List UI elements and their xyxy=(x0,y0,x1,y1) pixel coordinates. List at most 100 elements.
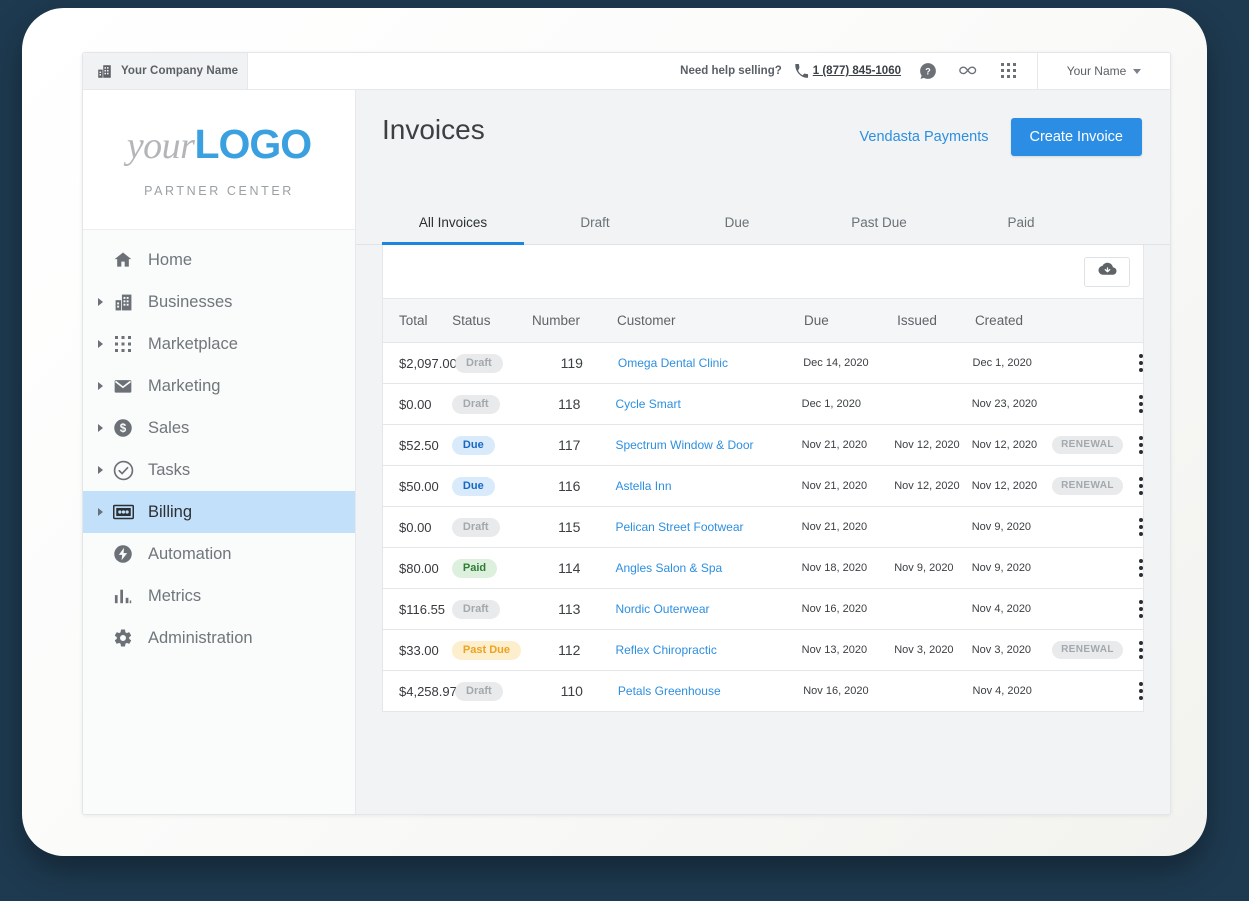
sidebar-item-billing[interactable]: Billing xyxy=(83,491,355,533)
sidebar-item-administration[interactable]: Administration xyxy=(83,617,355,659)
cell-customer: Petals Greenhouse xyxy=(593,684,803,698)
column-header-due: Due xyxy=(804,313,829,328)
customer-link[interactable]: Omega Dental Clinic xyxy=(618,356,728,370)
infinity-icon[interactable] xyxy=(957,63,981,79)
sidebar-item-businesses[interactable]: Businesses xyxy=(83,281,355,323)
cell-menu xyxy=(1139,682,1143,700)
cell-created: Nov 12, 2020 xyxy=(971,480,1038,492)
customer-link[interactable]: Spectrum Window & Door xyxy=(615,438,753,452)
cell-customer: Reflex Chiropractic xyxy=(590,643,801,657)
table-row[interactable]: $0.00 Draft 115 Pelican Street Footwear Nov … xyxy=(382,507,1144,548)
table-row[interactable]: $52.50 Due 117 Spectrum Window & Door Nov 21… xyxy=(382,425,1144,466)
logo: your LOGO xyxy=(126,121,312,168)
create-invoice-button[interactable]: Create Invoice xyxy=(1010,118,1142,156)
sidebar-item-label: Home xyxy=(148,250,193,269)
tab-draft[interactable]: Draft xyxy=(524,204,666,245)
table-row[interactable]: $80.00 Paid 114 Angles Salon & Spa Nov 18, 2… xyxy=(382,548,1144,589)
chevron-right-icon xyxy=(94,466,106,474)
cell-status: Draft xyxy=(455,353,534,373)
invoice-table: Total Status Number Customer Due Issued … xyxy=(356,245,1170,712)
help-circle-icon[interactable]: ? xyxy=(919,62,937,80)
row-menu-icon[interactable] xyxy=(1139,477,1143,495)
cell-number: 116 xyxy=(558,478,581,494)
cell-status: Due xyxy=(451,435,531,455)
sidebar-item-tasks[interactable]: Tasks xyxy=(83,449,355,491)
row-menu-icon[interactable] xyxy=(1139,559,1143,577)
sidebar-item-sales[interactable]: $ Sales xyxy=(83,407,355,449)
sidebar-item-metrics[interactable]: Metrics xyxy=(83,575,355,617)
app-body: your LOGO PARTNER CENTER Home Businesses M… xyxy=(83,90,1170,814)
user-menu[interactable]: Your Name xyxy=(1037,53,1170,89)
customer-link[interactable]: Angles Salon & Spa xyxy=(615,561,722,575)
cell-customer: Astella Inn xyxy=(590,479,801,493)
table-row[interactable]: $0.00 Draft 118 Cycle Smart Dec 1, 2020 Nov 2… xyxy=(382,384,1144,425)
check-circle-icon xyxy=(106,460,140,481)
sidebar-item-marketing[interactable]: Marketing xyxy=(83,365,355,407)
cell-status: Past Due xyxy=(451,640,531,660)
logo-logo-text: LOGO xyxy=(194,121,312,167)
sidebar-item-marketplace[interactable]: Marketplace xyxy=(83,323,355,365)
cell-created: Dec 1, 2020 xyxy=(972,357,1032,369)
cell-menu xyxy=(1139,395,1143,413)
row-menu-icon[interactable] xyxy=(1139,600,1143,618)
row-menu-icon[interactable] xyxy=(1139,436,1143,454)
cell-created: Nov 9, 2020 xyxy=(971,562,1032,574)
row-menu-icon[interactable] xyxy=(1139,354,1143,372)
chevron-down-icon xyxy=(1133,68,1142,74)
row-menu-icon[interactable] xyxy=(1139,641,1143,659)
tab-past-due[interactable]: Past Due xyxy=(808,204,950,245)
building-icon xyxy=(106,293,140,312)
cell-due: Nov 21, 2020 xyxy=(801,439,868,451)
cell-due: Dec 1, 2020 xyxy=(801,398,861,410)
cell-due: Nov 16, 2020 xyxy=(801,603,868,615)
table-row[interactable]: $2,097.00 Draft 119 Omega Dental Clinic Dec … xyxy=(382,343,1144,384)
table-row[interactable]: $50.00 Due 116 Astella Inn Nov 21, 2020 Nov 1… xyxy=(382,466,1144,507)
cell-status: Due xyxy=(451,476,531,496)
cell-customer: Angles Salon & Spa xyxy=(590,561,801,575)
table-header-row: Total Status Number Customer Due Issued … xyxy=(382,299,1144,343)
tab-due[interactable]: Due xyxy=(666,204,808,245)
company-tab[interactable]: Your Company Name xyxy=(83,53,248,89)
customer-link[interactable]: Astella Inn xyxy=(615,479,671,493)
customer-link[interactable]: Cycle Smart xyxy=(615,397,680,411)
cell-number: 119 xyxy=(560,355,583,371)
cell-total: $50.00 xyxy=(399,478,439,494)
column-header-issued: Issued xyxy=(897,313,937,328)
sidebar-item-automation[interactable]: Automation xyxy=(83,533,355,575)
download-button[interactable] xyxy=(1084,256,1130,287)
sidebar-nav: Home Businesses Marketplace Marketing $ Sales… xyxy=(83,230,355,659)
customer-link[interactable]: Reflex Chiropractic xyxy=(615,643,716,657)
cell-status: Draft xyxy=(451,517,531,537)
table-row[interactable]: $116.55 Draft 113 Nordic Outerwear Nov 16, 2… xyxy=(382,589,1144,630)
cell-created: Nov 4, 2020 xyxy=(971,603,1032,615)
cell-total: $80.00 xyxy=(399,560,439,576)
brand-block: your LOGO PARTNER CENTER xyxy=(83,90,355,230)
cell-status: Paid xyxy=(451,558,531,578)
sidebar-item-home[interactable]: Home xyxy=(83,239,355,281)
support-phone-link[interactable]: 1 (877) 845-1060 xyxy=(813,65,901,77)
table-row[interactable]: $4,258.97 Draft 110 Petals Greenhouse Nov 16… xyxy=(382,671,1144,712)
cell-number: 114 xyxy=(558,560,581,576)
apps-grid-icon[interactable] xyxy=(1001,63,1017,79)
cell-customer: Spectrum Window & Door xyxy=(590,438,801,452)
logo-your-text: your xyxy=(126,125,195,167)
customer-link[interactable]: Petals Greenhouse xyxy=(618,684,721,698)
header-actions: Vendasta Payments Create Invoice xyxy=(860,114,1142,156)
cell-due: Nov 16, 2020 xyxy=(803,685,869,697)
cell-total: $116.55 xyxy=(399,601,446,617)
renewal-badge: RENEWAL xyxy=(1052,477,1123,495)
cell-total: $4,258.97 xyxy=(399,683,457,699)
tab-paid[interactable]: Paid xyxy=(950,204,1092,245)
row-menu-icon[interactable] xyxy=(1139,395,1143,413)
row-menu-icon[interactable] xyxy=(1139,518,1143,536)
tab-all-invoices[interactable]: All Invoices xyxy=(382,204,524,245)
device-frame: Your Company Name Need help selling? 1 (… xyxy=(22,8,1207,856)
customer-link[interactable]: Nordic Outerwear xyxy=(615,602,709,616)
home-icon xyxy=(106,250,140,270)
row-menu-icon[interactable] xyxy=(1139,682,1143,700)
dollar-circle-icon: $ xyxy=(106,418,140,438)
table-row[interactable]: $33.00 Past Due 112 Reflex Chiropractic Nov … xyxy=(382,630,1144,671)
cell-number: 112 xyxy=(558,642,581,658)
customer-link[interactable]: Pelican Street Footwear xyxy=(615,520,743,534)
vendasta-payments-link[interactable]: Vendasta Payments xyxy=(860,129,989,145)
